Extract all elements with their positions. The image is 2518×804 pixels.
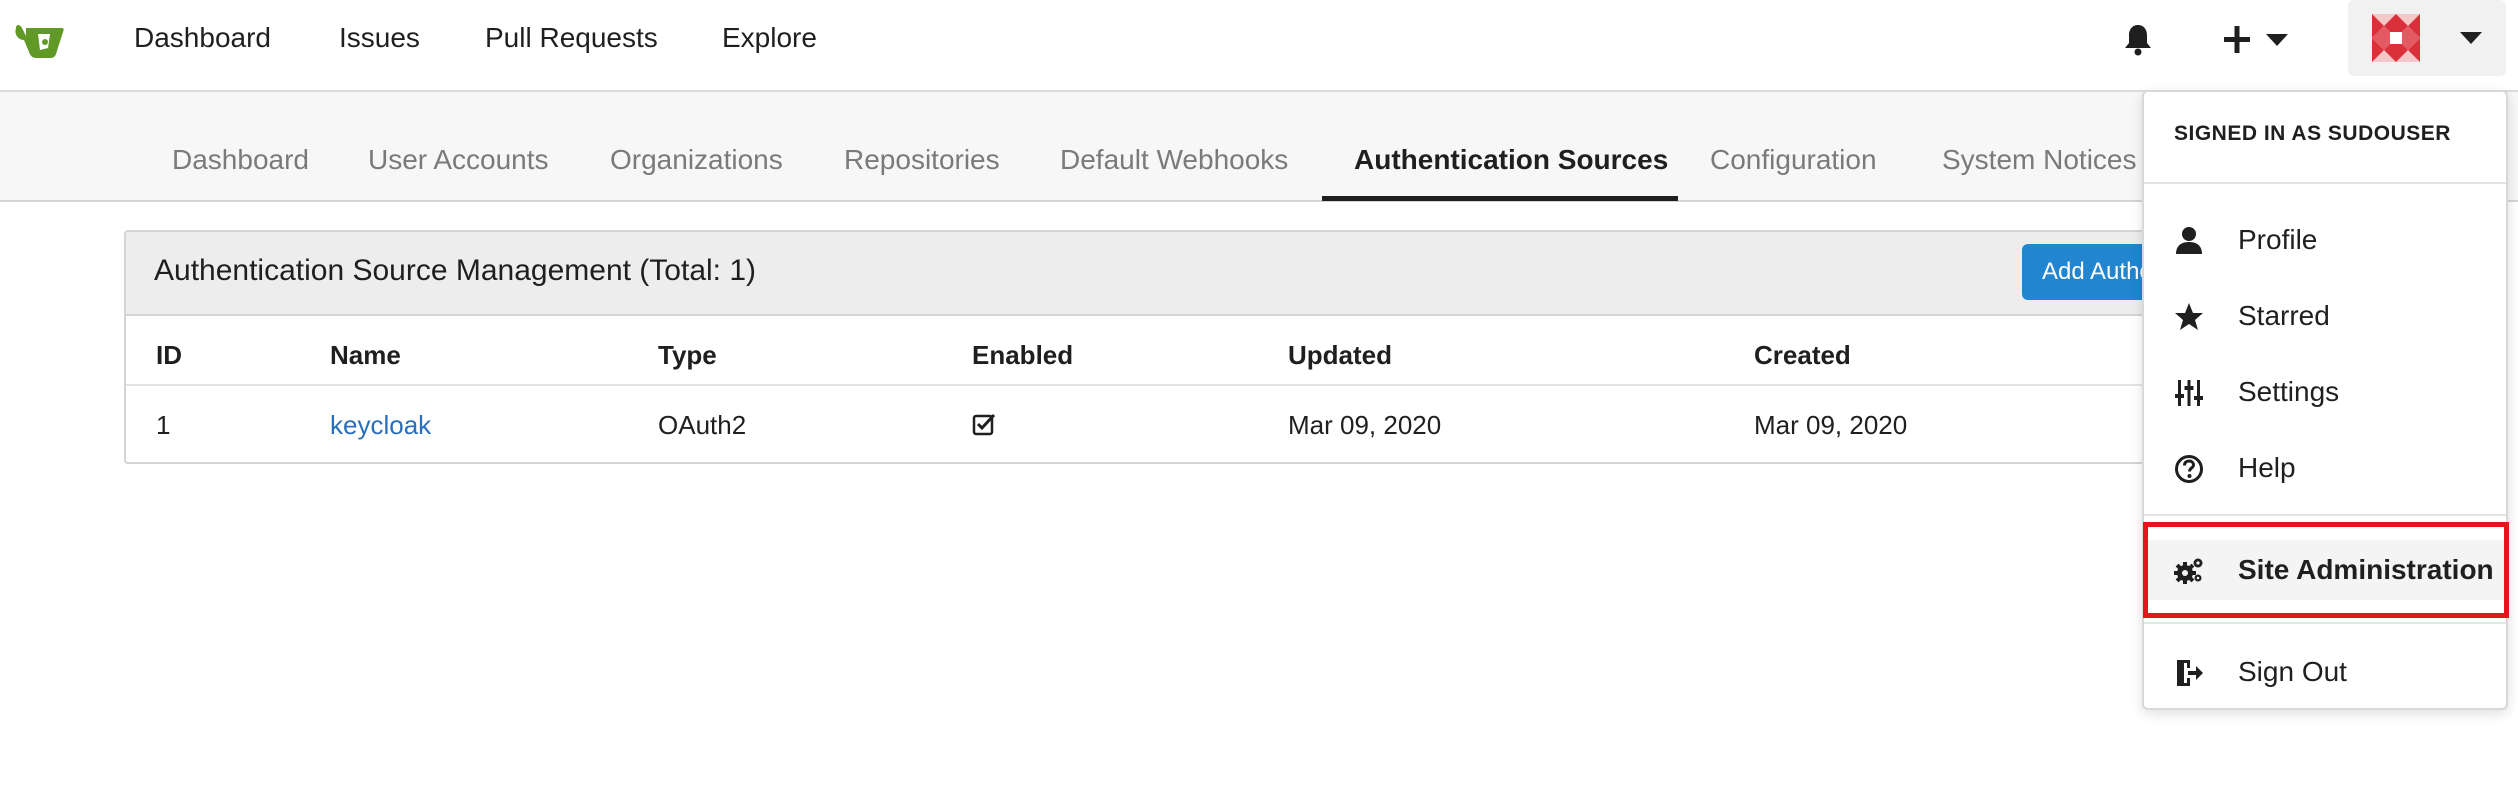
- sign-out-icon: [2177, 660, 2203, 686]
- checked-box-icon: [972, 412, 996, 436]
- menu-item-label: Starred: [2238, 300, 2330, 331]
- menu-item-help[interactable]: Help: [2144, 438, 2506, 498]
- column-header-enabled[interactable]: Enabled: [972, 340, 1073, 371]
- menu-divider: [2144, 514, 2506, 516]
- person-icon: [2176, 227, 2202, 254]
- tab-default-webhooks[interactable]: Default Webhooks: [1060, 144, 1288, 176]
- sliders-icon: [2175, 380, 2203, 406]
- user-dropdown-menu: SIGNED IN AS SUDOUSER Profile Starred Se…: [2142, 90, 2508, 710]
- menu-item-label: Help: [2238, 452, 2296, 483]
- nav-dashboard[interactable]: Dashboard: [134, 22, 271, 54]
- chevron-down-icon: [2460, 32, 2482, 44]
- menu-item-sign-out[interactable]: Sign Out: [2144, 642, 2506, 702]
- user-menu-toggle[interactable]: [2348, 0, 2506, 76]
- question-circle-icon: [2175, 455, 2203, 483]
- admin-tabbar: Dashboard User Accounts Organizations Re…: [0, 92, 2518, 202]
- menu-item-site-administration[interactable]: Site Administration: [2144, 540, 2506, 600]
- gitea-logo-icon[interactable]: [12, 18, 72, 62]
- menu-item-profile[interactable]: Profile: [2144, 210, 2506, 270]
- menu-item-label: Profile: [2238, 224, 2318, 255]
- plus-icon: [2224, 26, 2288, 53]
- menu-item-settings[interactable]: Settings: [2144, 362, 2506, 422]
- column-header-id[interactable]: ID: [156, 340, 182, 371]
- nav-explore[interactable]: Explore: [722, 22, 817, 54]
- gears-icon: [2174, 558, 2203, 584]
- column-header-name[interactable]: Name: [330, 340, 401, 371]
- column-header-created[interactable]: Created: [1754, 340, 1851, 371]
- nav-pull-requests[interactable]: Pull Requests: [485, 22, 658, 54]
- avatar: [2372, 14, 2420, 62]
- tab-repositories[interactable]: Repositories: [844, 144, 1000, 176]
- create-new-dropdown[interactable]: [2222, 20, 2294, 60]
- cell-type: OAuth2: [658, 410, 747, 440]
- menu-divider: [2144, 182, 2506, 184]
- menu-item-starred[interactable]: Starred: [2144, 286, 2506, 346]
- cell-updated: Mar 09, 2020: [1288, 410, 1442, 440]
- tab-organizations[interactable]: Organizations: [610, 144, 783, 176]
- column-header-updated[interactable]: Updated: [1288, 340, 1392, 371]
- auth-source-name-link[interactable]: keycloak: [330, 410, 431, 441]
- tab-user-accounts[interactable]: User Accounts: [368, 144, 549, 176]
- signed-in-header: SIGNED IN AS SUDOUSER: [2174, 122, 2451, 145]
- menu-item-label: Settings: [2238, 376, 2340, 407]
- star-icon: [2175, 303, 2203, 330]
- cell-id: 1: [156, 410, 171, 440]
- tab-system-notices[interactable]: System Notices: [1942, 144, 2137, 176]
- cell-created: Mar 09, 2020: [1754, 410, 1908, 440]
- column-header-type[interactable]: Type: [658, 340, 717, 371]
- tab-dashboard[interactable]: Dashboard: [172, 144, 309, 176]
- tab-configuration[interactable]: Configuration: [1710, 144, 1877, 176]
- tab-authentication-sources[interactable]: Authentication Sources: [1354, 144, 1668, 176]
- top-navbar: Dashboard Issues Pull Requests Explore: [0, 0, 2518, 92]
- active-tab-indicator: [1322, 196, 1678, 201]
- menu-divider: [2144, 622, 2506, 624]
- bell-icon[interactable]: [2122, 22, 2154, 56]
- menu-item-label: Sign Out: [2238, 656, 2347, 687]
- menu-item-label: Site Administration: [2238, 554, 2494, 585]
- nav-issues[interactable]: Issues: [339, 22, 420, 54]
- page-title: Authentication Source Management (Total:…: [154, 254, 757, 287]
